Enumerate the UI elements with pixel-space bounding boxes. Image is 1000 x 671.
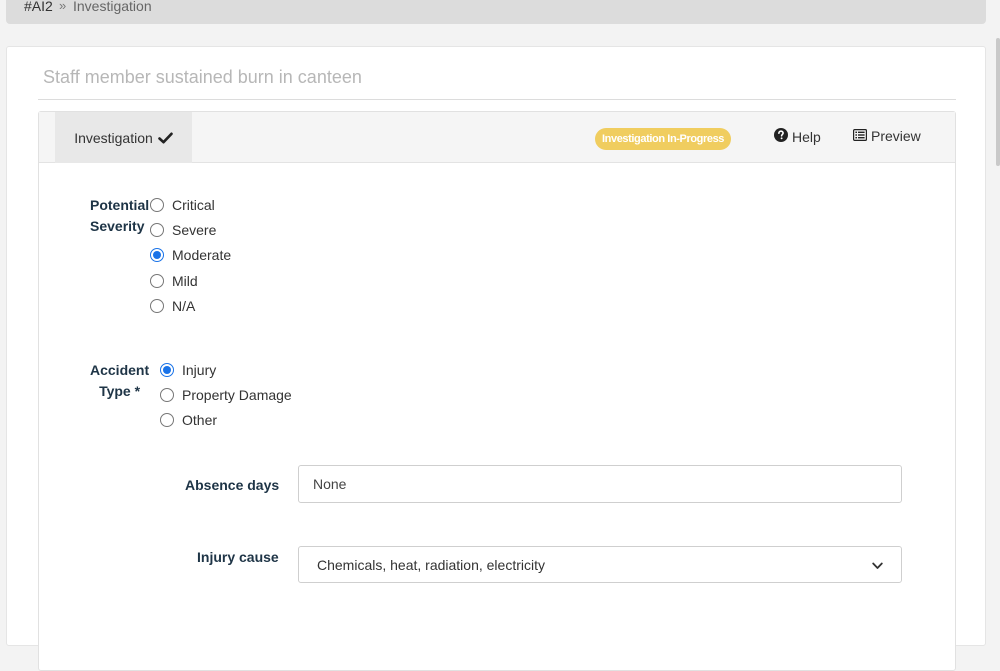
severity-critical-radio[interactable] [150,198,164,212]
severity-critical-label: Critical [172,197,215,213]
chevron-down-icon [872,557,883,573]
breadcrumb-current: Investigation [73,0,152,14]
list-alt-icon [853,128,868,144]
tab-investigation[interactable]: Investigation [55,112,192,163]
preview-label: Preview [871,128,921,144]
severity-mild-label: Mild [172,273,198,289]
accident-property-damage-radio[interactable] [160,388,174,402]
accident-injury-radio[interactable] [160,363,174,377]
severity-option-severe[interactable]: Severe [150,221,216,239]
injury-cause-value: Chemicals, heat, radiation, electricity [317,556,545,573]
accident-property-damage-label: Property Damage [182,387,292,403]
accident-type-label: Accident Type * [90,360,149,402]
check-icon [157,132,173,144]
severity-moderate-label: Moderate [172,247,232,263]
help-label: Help [792,128,821,145]
severity-option-moderate[interactable]: Moderate [150,246,231,264]
potential-severity-label: Potential Severity [90,195,149,237]
severity-mild-radio[interactable] [150,274,164,288]
potential-severity-label-line1: Potential [90,197,150,213]
absence-days-label: Absence days [185,477,280,493]
question-circle-icon [774,128,788,145]
title-divider [38,99,956,100]
severity-moderate-radio[interactable] [150,248,164,262]
breadcrumb-root[interactable]: #AI2 [24,0,53,14]
severity-severe-label: Severe [172,222,217,238]
injury-cause-label: Injury cause [197,549,279,565]
severity-na-label: N/A [172,298,196,314]
severity-na-radio[interactable] [150,299,164,313]
accident-option-property-damage[interactable]: Property Damage [160,386,292,404]
potential-severity-label-line2: Severity [90,218,145,234]
accident-type-label-line2: Type * [99,383,141,399]
status-badge: Investigation In-Progress [595,128,732,150]
tab-investigation-label: Investigation [74,129,153,146]
injury-cause-select[interactable]: Chemicals, heat, radiation, electricity [298,546,902,583]
severity-option-na[interactable]: N/A [150,297,195,315]
panel-header: Investigation Investigation In-Progress … [39,112,955,163]
breadcrumb: #AI2 » Investigation [6,0,986,24]
severity-option-critical[interactable]: Critical [150,196,215,214]
accident-other-radio[interactable] [160,413,174,427]
accident-other-label: Other [182,412,218,428]
accident-injury-label: Injury [182,362,217,378]
scrollbar-thumb[interactable] [996,38,1000,166]
severity-option-mild[interactable]: Mild [150,272,198,290]
page-title: Staff member sustained burn in canteen [43,67,362,87]
preview-link[interactable]: Preview [853,128,921,144]
absence-days-input[interactable] [298,465,902,503]
severity-severe-radio[interactable] [150,223,164,237]
accident-type-label-line1: Accident [90,362,150,378]
help-link[interactable]: Help [774,128,821,145]
breadcrumb-separator: » [59,0,67,13]
accident-option-injury[interactable]: Injury [160,361,216,379]
accident-option-other[interactable]: Other [160,411,217,429]
